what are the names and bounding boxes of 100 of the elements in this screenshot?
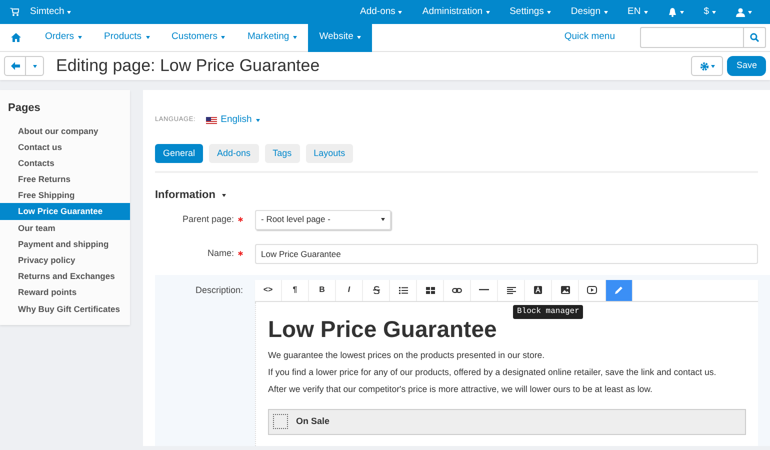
tab[interactable]: General [155,144,204,163]
caret-icon [712,10,716,14]
gear-icon [700,62,709,70]
flag-icon [206,116,217,124]
video-icon [587,286,597,294]
field-label: Parent page: [182,212,234,226]
save-button[interactable]: Save [727,56,766,76]
cart-icon [10,8,19,16]
home-icon [11,33,21,42]
content-paragraph: After we verify that our competitor's price is more attractive, we will lower ours to be at least as low. [268,383,654,396]
sidebar-item[interactable]: Contact us [0,138,130,155]
nav-menu[interactable]: Website [308,24,372,52]
toolbar-button[interactable] [444,280,471,300]
nav-menu[interactable]: Products [93,24,161,52]
caret-icon [357,36,362,39]
content-paragraph: We guarantee the lowest prices on the products presented in our store. [268,349,546,362]
page-title: Editing page: Low Price Guarantee [56,55,320,78]
caret-icon [67,10,72,14]
caret-icon [546,10,551,14]
quick-menu-link[interactable]: Quick menu [553,24,626,52]
link-icon [452,288,462,292]
sidebar-title: Pages [7,101,42,116]
nav-menu[interactable]: Marketing [236,24,308,52]
caret-icon [78,36,82,39]
tab[interactable]: Add-ons [209,144,259,163]
field-label: Description: [195,284,243,297]
sidebar-item[interactable]: Privacy policy [0,252,130,268]
block-title: On Sale [296,414,330,428]
toolbar-button[interactable] [579,280,606,300]
field-label: Name: [207,246,234,260]
brand-menu[interactable]: Simtech [8,0,82,24]
bell-icon [668,8,677,16]
name-field[interactable]: Low Price Guarantee [255,244,758,264]
caret-icon [221,36,226,39]
pencil-icon [615,286,623,294]
toolbar-button[interactable]: ¶ [282,280,309,300]
user-icon [736,8,745,16]
search-field[interactable] [640,27,744,48]
sidebar-item[interactable]: Free Shipping [0,187,130,204]
tab[interactable]: Tags [264,144,300,163]
sidebar-item[interactable]: Contacts [0,154,130,172]
caret-icon [32,64,36,68]
nav-menu[interactable]: Orders [34,24,94,52]
sidebar-item[interactable]: Returns and Exchanges [0,268,130,284]
caret-icon [486,10,490,14]
back-button[interactable] [4,56,26,76]
caret-icon [680,10,684,14]
sidebar-item[interactable]: Our team [0,220,130,236]
caret-icon [381,218,385,221]
toolbar-button[interactable]: B [309,280,336,300]
content-block[interactable]: On Sale [268,408,746,435]
toolbar-button[interactable] [363,280,390,300]
content-paragraph: If you find a lower price for any of our products, offered by a designated online retailer, save the link and contact us. [268,366,718,380]
parent-page-select[interactable]: - Root level page - [255,210,391,230]
toolbar-button[interactable]: <> [255,280,282,300]
block-icon [273,414,288,430]
sidebar-item[interactable]: Free Returns [0,171,130,188]
sidebar-item[interactable]: Reward points [0,284,130,301]
search-icon [750,33,759,42]
arrow-left-icon [10,62,20,70]
font-color-icon [534,286,542,294]
tooltip: Block manager [513,304,584,318]
caret-icon [146,36,150,39]
search-button[interactable] [744,27,766,48]
top-menu[interactable]: Settings [500,0,561,24]
language-selector[interactable]: English [206,112,260,128]
sidebar-item[interactable]: Low Price Guarantee [0,203,130,220]
caret-icon [398,10,402,14]
top-menu[interactable]: Administration [412,0,500,24]
top-menu[interactable]: $ [694,0,726,24]
nav-menu[interactable]: Customers [160,24,236,52]
align-left-icon [506,286,516,294]
caret-icon [748,10,752,14]
caret-icon [256,118,260,122]
toolbar-button[interactable] [390,280,417,300]
caret-icon [222,194,226,197]
sidebar-item[interactable]: Payment and shipping [0,236,130,252]
image-icon [560,286,570,294]
content-heading: Low Price Guarantee [268,316,498,344]
caret-icon [293,36,298,39]
sidebar-item[interactable]: About our company [0,122,130,139]
toolbar-button[interactable] [498,280,525,300]
list-icon [398,286,408,294]
top-menu[interactable]: Design [560,0,618,24]
section-toggle[interactable]: Information [155,187,226,204]
settings-dropdown[interactable] [691,56,724,76]
toolbar-button[interactable]: I [336,280,363,300]
caret-icon [604,10,608,14]
toolbar-button[interactable] [417,280,444,300]
sidebar-item[interactable]: Why Buy Gift Certificates [0,300,130,317]
toolbar-button[interactable] [552,280,579,300]
tab[interactable]: Layouts [306,144,354,163]
top-menu[interactable]: EN [618,0,658,24]
top-menu[interactable]: Add-ons [350,0,412,24]
toolbar-button[interactable] [525,280,552,300]
table-icon [426,286,434,294]
caret-icon [710,64,715,68]
caret-icon [644,10,648,14]
horizontal-rule-icon [479,289,489,291]
strikethrough-icon [372,286,380,294]
